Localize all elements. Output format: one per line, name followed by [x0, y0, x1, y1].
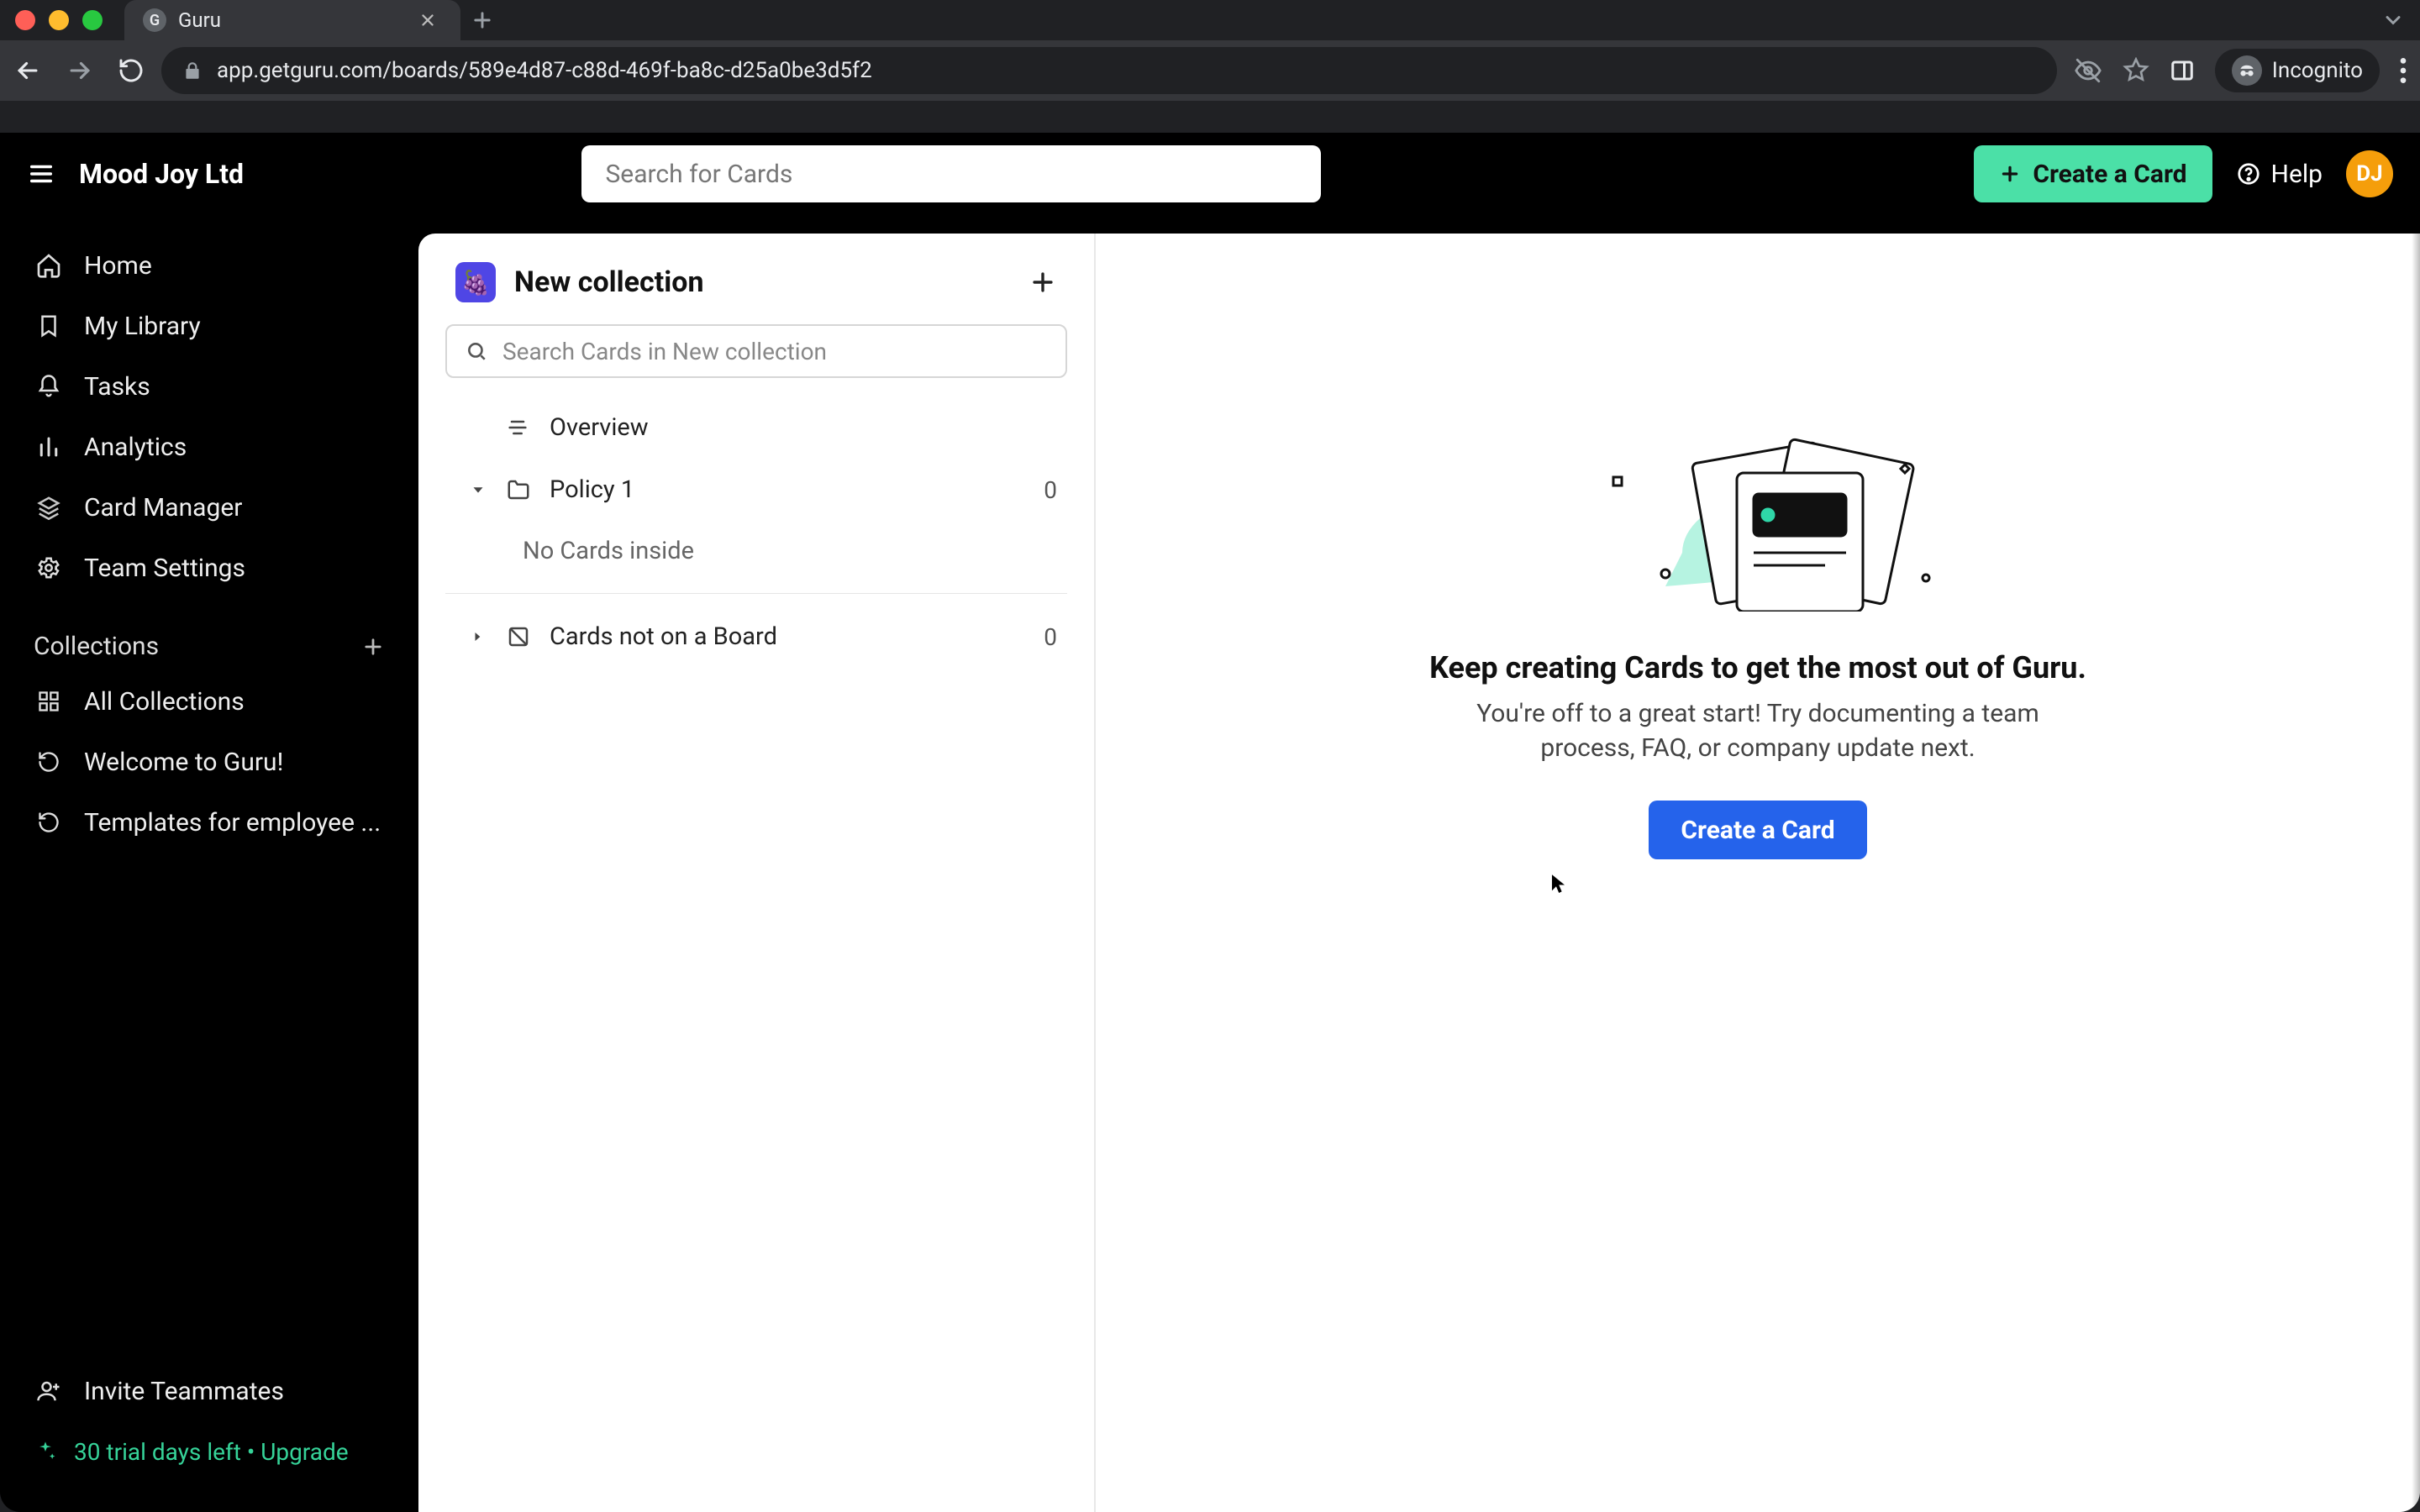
bell-icon [34, 371, 64, 402]
tracking-icon[interactable] [2074, 56, 2102, 85]
sidebar-item-label: Home [84, 251, 152, 281]
bookmark-star-icon[interactable] [2123, 57, 2149, 84]
sidebar-item-my-library[interactable]: My Library [0, 296, 418, 356]
empty-create-card-button[interactable]: Create a Card [1649, 801, 1866, 859]
sidebar-item-welcome-collection[interactable]: Welcome to Guru! [0, 732, 418, 792]
collection-search-placeholder: Search Cards in New collection [502, 338, 827, 365]
layers-icon [34, 492, 64, 522]
mouse-cursor-icon [1549, 872, 1568, 897]
empty-state-illustration [1565, 427, 1951, 612]
incognito-chip[interactable]: Incognito [2215, 49, 2380, 92]
org-name: Mood Joy Ltd [79, 158, 244, 190]
empty-create-card-label: Create a Card [1681, 816, 1834, 845]
close-window-icon[interactable] [15, 10, 35, 30]
collections-label: Collections [34, 632, 159, 661]
sidebar-item-team-settings[interactable]: Team Settings [0, 538, 418, 598]
caret-down-icon[interactable] [469, 480, 491, 499]
sidebar-item-label: All Collections [84, 687, 245, 717]
home-icon [34, 250, 64, 281]
add-collection-icon[interactable] [361, 635, 385, 659]
sidebar-item-label: My Library [84, 312, 201, 341]
sidebar-item-analytics[interactable]: Analytics [0, 417, 418, 477]
bookmark-icon [34, 311, 64, 341]
tab-favicon: G [143, 8, 166, 32]
help-link[interactable]: Help [2236, 160, 2323, 189]
divider [445, 593, 1067, 594]
folder-icon [506, 477, 534, 502]
bars-icon [34, 432, 64, 462]
hamburger-icon[interactable] [27, 160, 55, 188]
sidebar-item-all-collections[interactable]: All Collections [0, 671, 418, 732]
avatar[interactable]: DJ [2346, 150, 2393, 197]
sidebar-item-label: Card Manager [84, 493, 242, 522]
sidebar-item-label: Analytics [84, 433, 187, 462]
loose-cards-count: 0 [1044, 623, 1057, 651]
sidebar-item-tasks[interactable]: Tasks [0, 356, 418, 417]
address-bar[interactable]: app.getguru.com/boards/589e4d87-c88d-469… [161, 47, 2057, 94]
empty-state-subtitle: You're off to a great start! Try documen… [1439, 697, 2077, 765]
browser-tab[interactable]: G Guru [124, 0, 460, 40]
folder-label: Policy 1 [550, 475, 634, 504]
person-add-icon [34, 1376, 64, 1406]
sidebar-item-home[interactable]: Home [0, 235, 418, 296]
window-controls[interactable] [15, 10, 103, 30]
new-tab-icon[interactable] [471, 8, 494, 32]
sidebar-item-label: Team Settings [84, 554, 245, 583]
forward-icon [66, 56, 94, 85]
sidebar-item-card-manager[interactable]: Card Manager [0, 477, 418, 538]
panel-icon[interactable] [2170, 58, 2195, 83]
folder-row[interactable]: Policy 1 0 [418, 459, 1094, 521]
tab-title: Guru [178, 8, 221, 32]
maximize-window-icon[interactable] [82, 10, 103, 30]
incognito-icon [2232, 55, 2262, 86]
help-label: Help [2271, 160, 2323, 189]
back-icon[interactable] [13, 56, 42, 85]
list-icon [506, 416, 534, 439]
sidebar-item-label: Welcome to Guru! [84, 748, 283, 777]
refresh-icon [34, 807, 64, 837]
sparkle-icon [34, 1440, 57, 1463]
avatar-initials: DJ [2356, 161, 2382, 186]
overview-row[interactable]: Overview [418, 396, 1094, 459]
global-search-input[interactable]: Search for Cards [581, 145, 1321, 202]
invite-label: Invite Teammates [84, 1377, 284, 1406]
trial-label: 30 trial days left • Upgrade [74, 1438, 349, 1466]
trial-upgrade-link[interactable]: 30 trial days left • Upgrade [0, 1421, 418, 1482]
caret-right-icon[interactable] [469, 628, 491, 645]
minimize-window-icon[interactable] [49, 10, 69, 30]
collection-title: New collection [514, 265, 704, 299]
refresh-icon [34, 747, 64, 777]
loose-cards-label: Cards not on a Board [550, 622, 777, 651]
sidebar-item-templates-collection[interactable]: Templates for employee ... [0, 792, 418, 853]
folder-count: 0 [1044, 476, 1057, 504]
search-placeholder: Search for Cards [605, 160, 792, 189]
incognito-label: Incognito [2272, 58, 2363, 83]
kebab-menu-icon[interactable] [2400, 58, 2407, 83]
add-item-icon[interactable] [1028, 268, 1057, 297]
collection-badge: 🍇 [455, 262, 496, 302]
create-card-button[interactable]: Create a Card [1974, 145, 2212, 202]
create-card-label: Create a Card [2033, 160, 2186, 189]
empty-state-title: Keep creating Cards to get the most out … [1429, 650, 2086, 685]
collection-search-input[interactable]: Search Cards in New collection [445, 324, 1067, 378]
lock-icon [182, 60, 203, 81]
loose-cards-row[interactable]: Cards not on a Board 0 [418, 606, 1094, 668]
sidebar-item-label: Templates for employee ... [84, 808, 381, 837]
gear-icon [34, 553, 64, 583]
folder-empty-text: No Cards inside [418, 521, 1094, 581]
tabstrip-chevron-icon[interactable] [2381, 8, 2405, 32]
grid-icon [34, 686, 64, 717]
collection-emoji: 🍇 [461, 269, 491, 297]
reload-icon[interactable] [118, 57, 145, 84]
collections-header: Collections [0, 618, 418, 668]
no-board-icon [506, 624, 534, 649]
overview-label: Overview [550, 413, 649, 442]
sidebar-item-label: Tasks [84, 372, 150, 402]
url-text: app.getguru.com/boards/589e4d87-c88d-469… [217, 58, 872, 83]
invite-teammates-link[interactable]: Invite Teammates [0, 1361, 418, 1421]
close-tab-icon[interactable] [418, 11, 437, 29]
